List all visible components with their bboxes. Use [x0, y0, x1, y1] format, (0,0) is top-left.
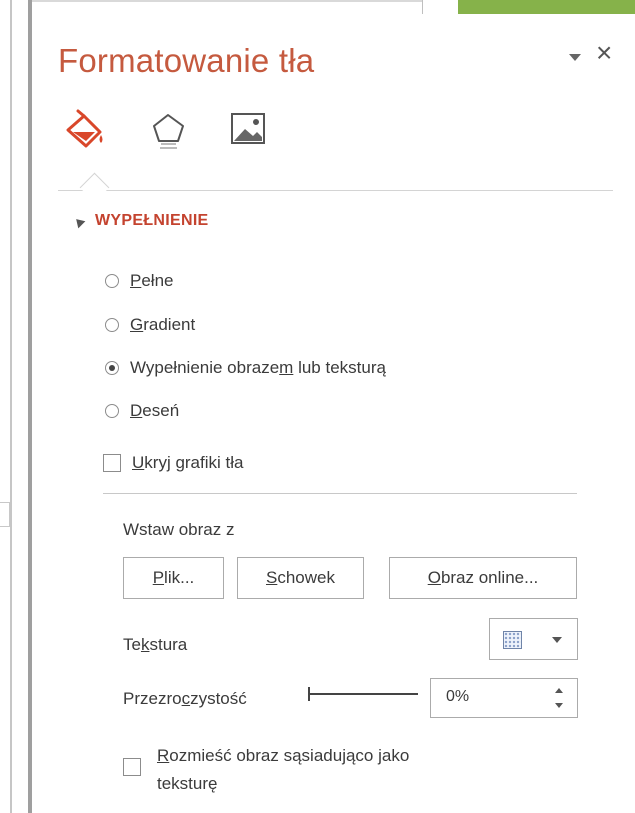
file-button[interactable]: Plik...	[123, 557, 224, 599]
radio-button[interactable]	[105, 404, 119, 418]
tile-label: Rozmieść obraz sąsiadująco jako teksturę	[157, 746, 410, 793]
active-tab-indicator	[79, 172, 110, 203]
radio-label: Deseń	[130, 401, 180, 420]
clipboard-button[interactable]: Schowek	[237, 557, 364, 599]
chevron-down-icon	[552, 637, 562, 643]
top-divider	[32, 0, 422, 2]
radio-label: Pełne	[130, 271, 174, 290]
task-pane-options-icon[interactable]	[569, 54, 581, 61]
pane-title: Formatowanie tła	[58, 42, 315, 79]
checkbox-label: Ukryj grafiki tła	[132, 453, 244, 472]
radio-picture-fill[interactable]: Wypełnienie obrazem lub teksturą	[105, 355, 386, 381]
image-icon	[231, 113, 265, 144]
section-title-fill[interactable]: WYPEŁNIENIE	[95, 212, 209, 230]
pentagon-icon	[153, 114, 184, 149]
ribbon-edge	[422, 0, 459, 14]
tab-fill[interactable]	[64, 108, 108, 156]
collapse-arrow-icon[interactable]	[72, 215, 86, 229]
transparency-slider-track[interactable]	[310, 693, 418, 695]
close-icon[interactable]: ×	[596, 37, 612, 69]
tab-separator	[58, 190, 613, 191]
radio-pattern-fill[interactable]: Deseń	[105, 398, 179, 424]
radio-label: Wypełnienie obrazem lub teksturą	[130, 358, 386, 377]
window-border	[10, 0, 12, 813]
radio-gradient-fill[interactable]: Gradient	[105, 312, 195, 338]
pane-border	[28, 0, 32, 813]
side-handle[interactable]	[0, 502, 10, 527]
online-pictures-button[interactable]: Obraz online...	[389, 557, 577, 599]
paint-bucket-icon	[66, 109, 103, 148]
tab-effects[interactable]	[151, 108, 195, 156]
tab-picture[interactable]	[230, 108, 274, 156]
spin-down-icon[interactable]	[555, 703, 563, 708]
tile-checkbox[interactable]	[123, 758, 141, 776]
insert-picture-label: Wstaw obraz z	[123, 520, 235, 539]
transparency-label: Przezroczystość	[123, 689, 247, 708]
transparency-spinner[interactable]: 0%	[430, 678, 578, 718]
ribbon-accent	[458, 0, 635, 14]
transparency-value[interactable]: 0%	[446, 688, 469, 706]
texture-swatch-icon	[503, 631, 522, 649]
radio-button[interactable]	[105, 318, 119, 332]
spin-up-icon[interactable]	[555, 688, 563, 693]
radio-button-selected[interactable]	[105, 361, 119, 375]
hide-background-graphics[interactable]: Ukryj grafiki tła	[103, 450, 243, 476]
radio-button[interactable]	[105, 274, 119, 288]
texture-label: Tekstura	[123, 635, 188, 654]
section-divider	[103, 493, 577, 494]
checkbox[interactable]	[103, 454, 121, 472]
radio-solid-fill[interactable]: Pełne	[105, 268, 173, 294]
texture-dropdown[interactable]	[489, 618, 578, 660]
radio-label: Gradient	[130, 315, 196, 334]
